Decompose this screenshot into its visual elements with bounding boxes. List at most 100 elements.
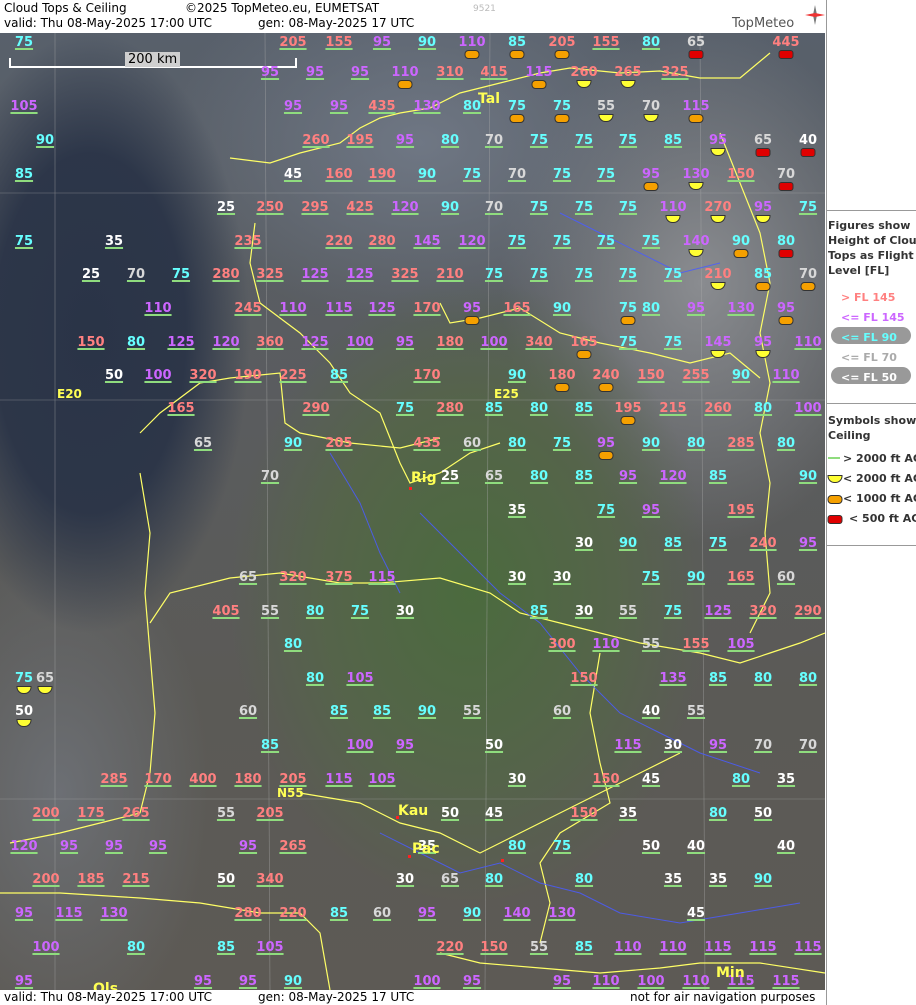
cloud-top-value: 340 — [525, 335, 553, 350]
satellite-map[interactable]: 200 km 75 205 155 95 90 110 85 205 155 80 65 445 95 9… — [0, 33, 825, 990]
cloud-top-value: 75 — [529, 267, 549, 282]
cloud-top-value: 150 — [637, 368, 665, 383]
cloud-top-value: 75 — [574, 200, 594, 215]
cloud-top-value: 125 — [167, 335, 195, 350]
ceiling-orange-icon — [509, 50, 525, 59]
cloud-top-value: 65 — [35, 671, 55, 686]
cloud-top-value: 415 — [480, 65, 508, 80]
ceiling-orange-icon — [643, 182, 659, 191]
cloud-top-value: 75 — [462, 167, 482, 182]
cloud-top-value: 375 — [325, 570, 353, 585]
cloud-top-value: 280 — [234, 906, 262, 921]
cloud-top-value: 200 — [32, 806, 60, 821]
city-label-rig: Rig — [411, 470, 437, 486]
ceiling-orange-icon — [598, 383, 614, 392]
cloud-top-value: 85 — [329, 368, 349, 383]
cloud-top-value: 85 — [753, 267, 773, 282]
cloud-top-value: 110 — [592, 974, 620, 989]
cloud-top-value: 90 — [641, 436, 661, 451]
ceiling-orange-icon — [688, 114, 704, 123]
cloud-top-value: 75 — [507, 99, 527, 114]
cloud-top-value: 260 — [704, 401, 732, 416]
cloud-top-value: 90 — [417, 35, 437, 50]
cloud-top-value: 130 — [100, 906, 128, 921]
map-title: Cloud Tops & Ceiling — [4, 1, 127, 15]
cloud-top-value: 265 — [614, 65, 642, 80]
cloud-top-value: 115 — [55, 906, 83, 921]
cloud-top-value: 100 — [144, 368, 172, 383]
cloud-top-value: 75 — [641, 570, 661, 585]
cloud-top-value: 85 — [484, 401, 504, 416]
ceiling-legend-title-line: Ceiling — [828, 429, 871, 442]
cloud-top-value: 80 — [753, 401, 773, 416]
cloud-top-value: 75 — [529, 200, 549, 215]
cloud-top-value: 35 — [104, 234, 124, 249]
cloud-top-value: 55 — [462, 704, 482, 719]
cloud-top-value: 425 — [346, 200, 374, 215]
cloud-top-value: 75 — [596, 167, 616, 182]
cloud-top-value: 220 — [436, 940, 464, 955]
cloud-top-value: 65 — [484, 469, 504, 484]
cloud-top-value: 80 — [484, 872, 504, 887]
cloud-top-value: 80 — [753, 671, 773, 686]
cloud-top-value: 240 — [592, 368, 620, 383]
cloud-top-value: 95 — [305, 65, 325, 80]
cloud-top-value: 225 — [279, 368, 307, 383]
cloud-top-value: 95 — [395, 738, 415, 753]
cloud-top-value: 90 — [798, 469, 818, 484]
cloud-top-value: 105 — [727, 637, 755, 652]
cloud-top-value: 195 — [614, 401, 642, 416]
cloud-top-value: 110 — [794, 335, 822, 350]
valid-time: valid: Thu 08-May-2025 17:00 UTC — [4, 16, 213, 30]
cloud-top-value: 80 — [126, 940, 146, 955]
cloud-top-value: 160 — [325, 167, 353, 182]
ceiling-red-icon — [800, 148, 816, 157]
cloud-top-value: 265 — [279, 839, 307, 854]
cloud-top-value: 110 — [279, 301, 307, 316]
cloud-top-value: 170 — [413, 301, 441, 316]
cloud-top-value: 80 — [507, 839, 527, 854]
cloud-top-value: 435 — [368, 99, 396, 114]
cloud-top-value: 40 — [686, 839, 706, 854]
cloud-top-value: 75 — [552, 99, 572, 114]
cloud-top-value: 75 — [663, 267, 683, 282]
city-marker-icon — [409, 487, 412, 490]
cloud-top-value: 180 — [234, 772, 262, 787]
cloud-top-value: 70 — [776, 167, 796, 182]
cloud-top-value: 150 — [727, 167, 755, 182]
cloud-top-value: 190 — [368, 167, 396, 182]
cloud-top-value: 100 — [794, 401, 822, 416]
cloud-top-value: 280 — [368, 234, 396, 249]
cloud-top-value: 290 — [302, 401, 330, 416]
cloud-top-value: 115 — [749, 940, 777, 955]
cloud-top-value: 210 — [436, 267, 464, 282]
ceiling-orange-icon — [531, 80, 547, 89]
cloud-top-value: 240 — [749, 536, 777, 551]
cloud-top-value: 125 — [704, 604, 732, 619]
map-footer: valid: Thu 08-May-2025 17:00 UTC gen: 08… — [0, 990, 825, 1005]
cloud-top-value: 310 — [436, 65, 464, 80]
cloud-top-value: 45 — [283, 167, 303, 182]
cloud-top-value: 95 — [753, 335, 773, 350]
ceiling-red-icon — [778, 182, 794, 191]
tops-legend-item: <= FL 90 — [841, 331, 897, 344]
cloud-top-value: 270 — [704, 200, 732, 215]
cloud-top-value: 100 — [346, 738, 374, 753]
generated-time: gen: 08-May-2025 17 UTC — [258, 16, 415, 30]
ceiling-legend: Symbols show Ceiling > 2000 ft AGL < 2000 … — [827, 403, 916, 525]
cloud-top-value: 325 — [391, 267, 419, 282]
cloud-top-value: 285 — [727, 436, 755, 451]
cloud-top-value: 90 — [417, 167, 437, 182]
cloud-top-value: 80 — [798, 671, 818, 686]
cloud-top-value: 30 — [395, 604, 415, 619]
cloud-top-value: 75 — [596, 503, 616, 518]
ceiling-legend-item: > 2000 ft AGL — [843, 452, 916, 465]
legend-panel: Figures show Height of Cloud Tops as Fligh… — [826, 0, 916, 1005]
cloud-top-value: 220 — [279, 906, 307, 921]
cloud-top-value: 90 — [731, 368, 751, 383]
cloud-top-value: 95 — [596, 436, 616, 451]
cloud-top-value: 105 — [368, 772, 396, 787]
cloud-top-value: 215 — [122, 872, 150, 887]
cloud-top-value: 80 — [283, 637, 303, 652]
cloud-top-value: 140 — [682, 234, 710, 249]
